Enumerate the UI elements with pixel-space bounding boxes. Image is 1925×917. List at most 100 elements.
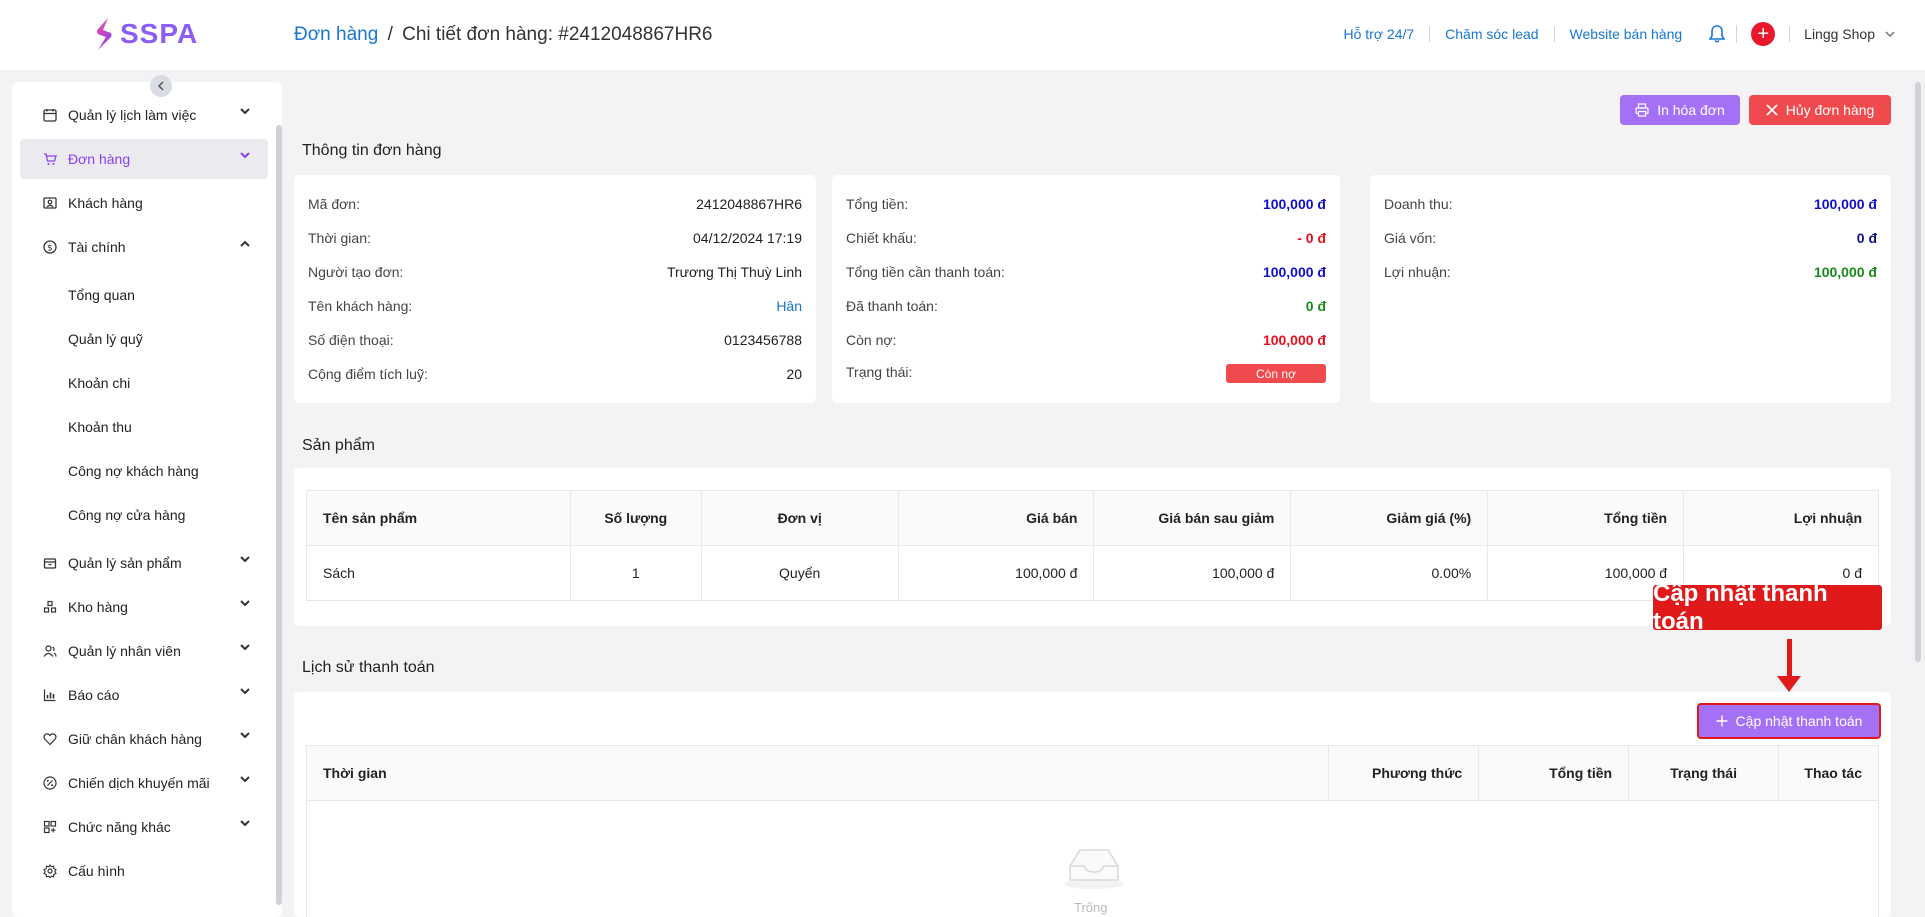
discount-value: - 0 đ bbox=[1297, 230, 1326, 246]
info-row: Chiết khấu: - 0 đ bbox=[846, 230, 1326, 246]
shop-menu[interactable]: Lingg Shop bbox=[1789, 26, 1895, 42]
order-info-title: Thông tin đơn hàng bbox=[302, 142, 442, 159]
empty-text: Trống bbox=[1074, 900, 1108, 915]
info-label: Còn nợ: bbox=[846, 332, 897, 348]
sidebar-item-reports[interactable]: Báo cáo bbox=[20, 675, 268, 715]
sidebar-item-settings[interactable]: Cấu hình bbox=[20, 851, 268, 891]
payment-history-title: Lịch sử thanh toán bbox=[302, 659, 435, 676]
main-scrollbar[interactable] bbox=[1915, 82, 1921, 662]
sidebar-item-finance[interactable]: $ Tài chính bbox=[20, 227, 268, 267]
app-logo[interactable]: SSPA bbox=[94, 17, 198, 51]
sidebar-item-label: Kho hàng bbox=[68, 599, 128, 615]
sidebar-item-schedule[interactable]: Quản lý lịch làm việc bbox=[20, 95, 268, 135]
sidebar-item-customers[interactable]: Khách hàng bbox=[20, 183, 268, 223]
column-header: Lợi nhuận bbox=[1683, 490, 1879, 546]
info-row: Lợi nhuận: 100,000 đ bbox=[1384, 264, 1877, 280]
column-header: Tên sản phẩm bbox=[306, 490, 571, 546]
sidebar-subitem-store-debt[interactable]: Công nợ cửa hàng bbox=[68, 507, 185, 523]
sidebar-item-other[interactable]: Chức năng khác bbox=[20, 807, 268, 847]
sidebar-item-label: Đơn hàng bbox=[68, 151, 131, 167]
quantity-cell: 1 bbox=[569, 545, 702, 601]
sidebar-item-label: Chiến dịch khuyến mãi bbox=[68, 775, 210, 791]
sidebar-scrollbar[interactable] bbox=[276, 125, 282, 905]
order-time-value: 04/12/2024 17:19 bbox=[693, 230, 802, 246]
order-info-card-left: Mã đơn: 2412048867HR6 Thời gian: 04/12/202… bbox=[294, 175, 816, 403]
discounted-price-cell: 100,000 đ bbox=[1093, 545, 1292, 601]
logo-icon bbox=[96, 18, 112, 50]
percent-icon bbox=[42, 775, 58, 791]
bell-icon[interactable] bbox=[1697, 25, 1738, 43]
sidebar-subitem-funds[interactable]: Quản lý quỹ bbox=[68, 331, 143, 347]
payment-history-table: Thời gian Phương thức Tổng tiền Trạng th… bbox=[305, 745, 1880, 917]
cart-icon bbox=[42, 151, 58, 167]
print-invoice-button[interactable]: In hóa đơn bbox=[1620, 95, 1740, 125]
sidebar-item-promotions[interactable]: Chiến dịch khuyến mãi bbox=[20, 763, 268, 803]
annotation-arrow bbox=[1787, 639, 1792, 679]
products-title: Sản phẩm bbox=[302, 437, 375, 454]
print-invoice-label: In hóa đơn bbox=[1657, 102, 1725, 118]
sidebar-item-retention[interactable]: Giữ chân khách hàng bbox=[20, 719, 268, 759]
info-row: Người tạo đơn: Trương Thị Thuỳ Linh bbox=[308, 264, 802, 280]
column-header: Đơn vị bbox=[700, 490, 899, 546]
sidebar-subitem-expenses[interactable]: Khoản chi bbox=[68, 375, 130, 391]
update-payment-button[interactable]: Cập nhật thanh toán bbox=[1697, 703, 1881, 739]
chevron-left-icon bbox=[157, 81, 164, 91]
sidebar-item-orders[interactable]: Đơn hàng bbox=[20, 139, 268, 179]
info-label: Chiết khấu: bbox=[846, 230, 917, 246]
chevron-down-icon bbox=[240, 644, 250, 651]
sidebar-item-products[interactable]: Quản lý sản phẩm bbox=[20, 543, 268, 583]
column-header: Trạng thái bbox=[1628, 745, 1779, 801]
sidebar-item-label: Báo cáo bbox=[68, 687, 120, 703]
info-label: Số điện thoại: bbox=[308, 332, 394, 348]
sidebar-collapse-button[interactable] bbox=[150, 75, 172, 97]
sidebar-item-label: Tài chính bbox=[68, 239, 126, 255]
users-icon bbox=[42, 643, 58, 659]
chevron-down-icon bbox=[240, 776, 250, 783]
grid-icon bbox=[42, 819, 58, 835]
customer-name-link[interactable]: Hân bbox=[776, 298, 802, 314]
discount-percent-cell: 0.00% bbox=[1290, 545, 1489, 601]
cost-value: 0 đ bbox=[1856, 230, 1877, 246]
cancel-order-button[interactable]: Hủy đơn hàng bbox=[1749, 95, 1891, 125]
annotation-arrow-head bbox=[1777, 676, 1801, 692]
sidebar-item-label: Giữ chân khách hàng bbox=[68, 731, 202, 747]
order-info-card-right: Doanh thu: 100,000 đ Giá vốn: 0 đ Lợi nhuậ… bbox=[1370, 175, 1891, 403]
info-label: Doanh thu: bbox=[1384, 196, 1453, 212]
sidebar-subitem-overview[interactable]: Tổng quan bbox=[68, 287, 135, 303]
cancel-order-label: Hủy đơn hàng bbox=[1785, 102, 1875, 118]
info-row: Đã thanh toán: 0 đ bbox=[846, 298, 1326, 314]
sidebar-item-label: Quản lý lịch làm việc bbox=[68, 107, 197, 123]
warehouse-icon bbox=[42, 599, 58, 615]
column-header: Giá bán sau giảm bbox=[1093, 490, 1292, 546]
support-link[interactable]: Hỗ trợ 24/7 bbox=[1329, 26, 1431, 42]
breadcrumb-orders-link[interactable]: Đơn hàng bbox=[294, 24, 378, 45]
chevron-down-icon bbox=[240, 152, 250, 159]
sidebar-item-staff[interactable]: Quản lý nhân viên bbox=[20, 631, 268, 671]
plus-circle-icon[interactable]: + bbox=[1751, 22, 1776, 46]
chevron-down-icon bbox=[240, 600, 250, 607]
column-header: Tổng tiền bbox=[1487, 490, 1685, 546]
close-icon bbox=[1766, 104, 1778, 116]
sales-website-link[interactable]: Website bán hàng bbox=[1555, 26, 1698, 42]
chevron-down-icon bbox=[240, 556, 250, 563]
sidebar-subitem-income[interactable]: Khoản thu bbox=[68, 419, 132, 435]
column-header: Tổng tiền bbox=[1478, 745, 1630, 801]
sidebar-item-warehouse[interactable]: Kho hàng bbox=[20, 587, 268, 627]
info-label: Tổng tiền: bbox=[846, 196, 909, 212]
info-row: Tổng tiền cần thanh toán: 100,000 đ bbox=[846, 264, 1326, 280]
info-row: Cộng điểm tích luỹ: 20 bbox=[308, 366, 802, 382]
phone-value: 0123456788 bbox=[724, 332, 802, 348]
info-label: Giá vốn: bbox=[1384, 230, 1437, 246]
column-header: Thao tác bbox=[1777, 745, 1880, 801]
total-value: 100,000 đ bbox=[1262, 196, 1326, 212]
chevron-down-icon bbox=[240, 108, 250, 115]
svg-text:$: $ bbox=[47, 244, 53, 254]
sidebar-subitem-customer-debt[interactable]: Công nợ khách hàng bbox=[68, 463, 199, 479]
top-right-nav: Hỗ trợ 24/7 Chăm sóc lead Website bán hà… bbox=[1329, 22, 1896, 46]
column-header: Số lượng bbox=[569, 490, 702, 546]
chevron-down-icon bbox=[240, 820, 250, 827]
order-info-card-middle: Tổng tiền: 100,000 đ Chiết khấu: - 0 đ Tổn… bbox=[832, 175, 1340, 403]
plus-icon bbox=[1716, 715, 1728, 727]
lead-care-link[interactable]: Chăm sóc lead bbox=[1430, 26, 1555, 42]
logo-text: SSPA bbox=[120, 18, 199, 49]
